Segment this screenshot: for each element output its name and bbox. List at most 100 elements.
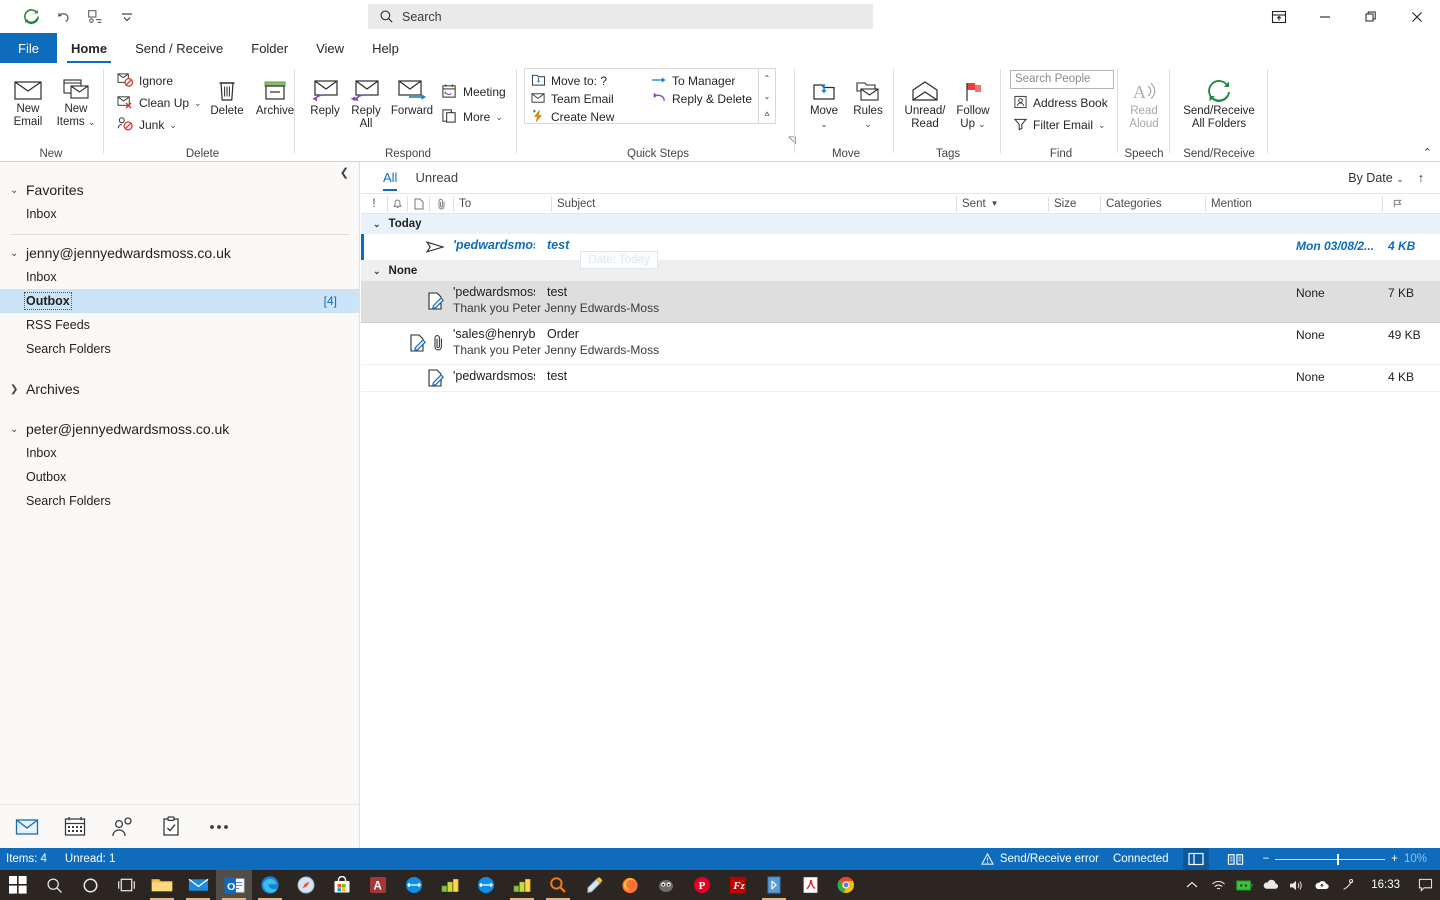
filter-email-button[interactable]: Filter Email ⌄	[1010, 115, 1109, 135]
search-input[interactable]: Search	[368, 4, 873, 29]
chrome-taskbar[interactable]	[828, 870, 864, 900]
access-taskbar[interactable]: A	[360, 870, 396, 900]
folder-header-archives[interactable]: ❯ Archives	[0, 377, 359, 401]
col-flag[interactable]	[1382, 195, 1412, 212]
quick-steps-scroll-down-icon[interactable]: ⌄	[759, 87, 775, 105]
folder-header-peter-account[interactable]: ⌄ peter@jennyedwardsmoss.co.uk	[0, 417, 359, 441]
pdf-viewer-taskbar[interactable]	[756, 870, 792, 900]
quick-step-create-new[interactable]: Create New	[528, 107, 617, 127]
search-app-taskbar[interactable]	[540, 870, 576, 900]
restore-button[interactable]	[1348, 0, 1394, 33]
send-receive-all-folders-icon[interactable]	[16, 4, 46, 30]
paint-taskbar[interactable]	[576, 870, 612, 900]
read-aloud-button[interactable]: A Read Aloud	[1121, 71, 1167, 131]
folder-header-jenny-account[interactable]: ⌄ jenny@jennyedwardsmoss.co.uk	[0, 241, 359, 265]
quick-step-reply-delete[interactable]: Reply & Delete	[648, 89, 755, 109]
quick-steps-scroll[interactable]: ⌃ ⌄ ⩟	[758, 69, 775, 123]
table-row[interactable]: 'pedwardsmoss... test None 4 KB	[361, 365, 1440, 392]
quick-step-team-email[interactable]: Team Email	[528, 89, 617, 109]
battery-icon[interactable]	[1231, 870, 1257, 900]
table-row[interactable]: 'pedwardsmos... test Mon 03/08/2... 4 KB	[361, 234, 1440, 261]
zoom-out-button[interactable]: −	[1263, 853, 1270, 865]
group-header-none[interactable]: ⌄ None	[361, 261, 1440, 281]
customize-qat-icon[interactable]	[112, 4, 142, 30]
junk-button[interactable]: Junk ⌄	[114, 115, 180, 135]
follow-up-button[interactable]: Follow Up ⌄	[950, 71, 996, 131]
reply-button[interactable]: Reply	[304, 71, 346, 118]
people-nav-icon[interactable]	[110, 814, 136, 840]
rules-button[interactable]: Rules ⌄	[846, 71, 890, 131]
archive-button[interactable]: Archive	[250, 71, 300, 118]
group-header-today[interactable]: ⌄ Today	[361, 214, 1440, 234]
sort-by-date-button[interactable]: By Date ⌄	[1348, 171, 1404, 185]
col-reminder[interactable]	[387, 195, 407, 212]
more-nav-icon[interactable]	[206, 814, 232, 840]
sidebar-item-peter-inbox[interactable]: Inbox	[0, 441, 359, 465]
col-subject[interactable]: Subject	[551, 195, 956, 212]
mail-taskbar[interactable]	[180, 870, 216, 900]
mail-nav-icon[interactable]	[14, 814, 40, 840]
money-taskbar[interactable]	[504, 870, 540, 900]
pinterest-taskbar[interactable]: P	[684, 870, 720, 900]
collapse-ribbon-button[interactable]: ⌃	[1423, 146, 1432, 159]
col-attachment[interactable]	[429, 195, 453, 212]
table-row[interactable]: 'sales@henryb... Order Thank you Peter J…	[361, 323, 1440, 365]
unread-read-button[interactable]: Unread/ Read	[900, 71, 950, 131]
filezilla-taskbar[interactable]: Fz	[720, 870, 756, 900]
address-book-button[interactable]: Address Book	[1010, 93, 1111, 113]
sidebar-item-jenny-outbox[interactable]: Outbox [4]	[0, 289, 359, 313]
sidebar-item-favorites-inbox[interactable]: Inbox	[0, 202, 359, 226]
zoom-in-button[interactable]: +	[1391, 853, 1398, 865]
tab-view[interactable]: View	[302, 33, 358, 63]
tab-home[interactable]: Home	[57, 33, 121, 63]
col-importance[interactable]: !	[361, 196, 387, 212]
sage-taskbar[interactable]	[432, 870, 468, 900]
cortana-button[interactable]	[72, 870, 108, 900]
tab-send-receive[interactable]: Send / Receive	[121, 33, 237, 63]
new-items-button[interactable]: New Items ⌄	[52, 69, 100, 129]
clock[interactable]: 16:33	[1361, 879, 1410, 891]
delete-button[interactable]: Delete	[205, 71, 249, 118]
edge-taskbar[interactable]	[252, 870, 288, 900]
firefox-taskbar[interactable]	[612, 870, 648, 900]
sidebar-item-jenny-search-folders[interactable]: Search Folders	[0, 337, 359, 361]
col-icon[interactable]	[407, 195, 429, 212]
touch-mode-icon[interactable]	[80, 4, 110, 30]
quick-step-to-manager[interactable]: To Manager	[648, 71, 738, 91]
tab-folder[interactable]: Folder	[237, 33, 302, 63]
status-send-receive-error[interactable]: Send/Receive error	[980, 853, 1099, 865]
quick-step-move-to[interactable]: Move to: ?	[528, 71, 610, 91]
cloud-icon[interactable]	[1309, 870, 1335, 900]
store-taskbar[interactable]	[324, 870, 360, 900]
folder-header-favorites[interactable]: ⌄ Favorites	[0, 178, 359, 202]
network-icon[interactable]	[1205, 870, 1231, 900]
notifications-icon[interactable]	[1410, 870, 1440, 900]
ignore-button[interactable]: Ignore	[114, 71, 176, 91]
safari-taskbar[interactable]	[288, 870, 324, 900]
calendar-nav-icon[interactable]	[62, 814, 88, 840]
zoom-thumb[interactable]	[1337, 853, 1340, 865]
col-to[interactable]: To	[453, 195, 551, 212]
volume-icon[interactable]	[1283, 870, 1309, 900]
quick-steps-more-icon[interactable]: ⩟	[759, 105, 775, 123]
collapse-folder-pane-button[interactable]: ❮	[340, 166, 349, 179]
teamviewer-taskbar[interactable]	[396, 870, 432, 900]
tab-help[interactable]: Help	[358, 33, 413, 63]
forward-button[interactable]: Forward	[388, 71, 436, 118]
gimp-taskbar[interactable]	[648, 870, 684, 900]
tasks-nav-icon[interactable]	[158, 814, 184, 840]
more-respond-button[interactable]: More ⌄	[438, 107, 506, 127]
move-button[interactable]: Move ⌄	[802, 71, 846, 131]
clean-up-button[interactable]: Clean Up ⌄	[114, 93, 205, 113]
reading-view-button[interactable]	[1223, 848, 1249, 870]
table-row[interactable]: 'pedwardsmoss... test Thank you Peter Je…	[361, 281, 1440, 323]
search-people-input[interactable]: Search People	[1010, 70, 1114, 89]
col-mention[interactable]: Mention	[1205, 195, 1382, 212]
ribbon-display-options-button[interactable]	[1256, 0, 1302, 33]
acrobat-taskbar[interactable]	[792, 870, 828, 900]
send-receive-all-folders-button[interactable]: Send/Receive All Folders	[1174, 71, 1264, 131]
taskbar-search[interactable]	[36, 870, 72, 900]
reply-all-button[interactable]: Reply All	[345, 71, 387, 131]
normal-view-button[interactable]	[1182, 848, 1209, 870]
new-email-button[interactable]: New Email	[6, 69, 50, 129]
